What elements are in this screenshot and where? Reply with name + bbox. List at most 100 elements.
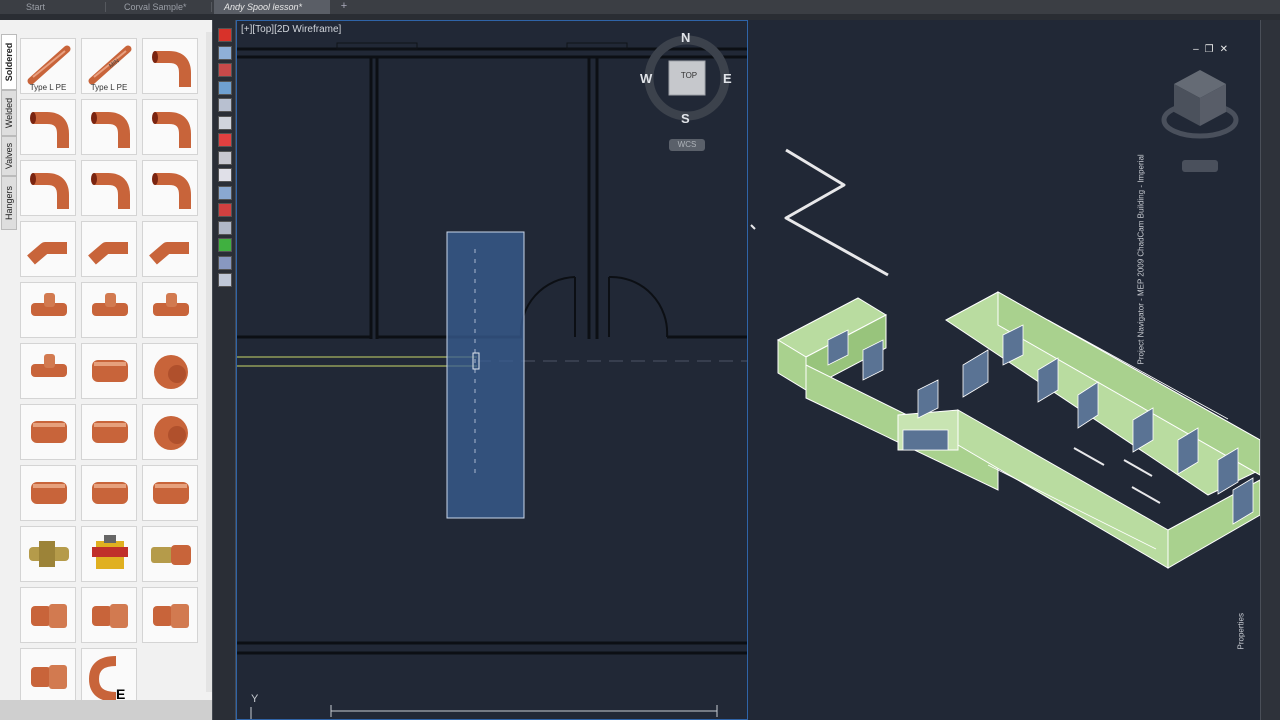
palette-tool-elbow-90-long[interactable]	[81, 99, 137, 155]
palette-tool-tee-reducing[interactable]	[81, 282, 137, 338]
palette-tool-tee[interactable]	[20, 282, 76, 338]
palette-tool-adapter[interactable]	[81, 587, 137, 643]
palette-tab-soldered-label: Soldered	[4, 42, 14, 82]
palette-tool-tee-branch[interactable]	[20, 343, 76, 399]
tool-list-icon[interactable]	[218, 255, 232, 270]
palette-tool-elbow-45[interactable]	[81, 221, 137, 277]
svg-text:E: E	[116, 686, 125, 701]
viewcube-south[interactable]: S	[681, 111, 690, 126]
project-navigator-tab[interactable]: Project Navigator - MEP 2009 ChadCam Bui…	[1137, 105, 1146, 364]
palette-tool-cap-round[interactable]	[142, 404, 198, 460]
right-side-panels: Project Navigator - MEP 2009 ChadCam Bui…	[1137, 20, 1280, 720]
elbow-90-icon	[152, 51, 191, 87]
tool-tag-icon[interactable]	[218, 115, 232, 130]
adapter-female-icon	[31, 604, 67, 628]
viewcube-west[interactable]: W	[640, 71, 652, 86]
palette-tool-union-brass[interactable]	[20, 526, 76, 582]
tab-andy-spool-lesson[interactable]: Andy Spool lesson*	[214, 0, 330, 14]
tab-corval-sample[interactable]: Corval Sample*	[114, 0, 212, 14]
ucs-y-axis-label: Y	[251, 693, 259, 705]
palette-tab-soldered[interactable]: Soldered	[1, 34, 17, 90]
palette-tool-reducer-2[interactable]	[20, 465, 76, 521]
tool-grid-icon[interactable]	[218, 220, 232, 235]
tool-connect-icon[interactable]	[218, 150, 232, 165]
tool-stop-icon[interactable]	[218, 133, 232, 147]
cap-round-icon	[154, 416, 188, 450]
viewcube-north[interactable]: N	[681, 30, 690, 45]
palette-tool-elbow-90-bend-3[interactable]	[142, 160, 198, 216]
tool-fitting-icon[interactable]	[218, 98, 232, 112]
viewcube-east[interactable]: E	[723, 71, 732, 86]
palette-tool-tee-street[interactable]	[142, 282, 198, 338]
palette-tool-elbow-90-short[interactable]	[20, 99, 76, 155]
tool-duct-icon[interactable]	[218, 63, 232, 77]
palette-tool-elbow-90-bend[interactable]	[20, 160, 76, 216]
palette-tool-cap[interactable]	[142, 343, 198, 399]
viewcube-3d[interactable]	[1161, 70, 1239, 172]
reducer-2-icon	[31, 482, 67, 504]
palette-tool-coupling-2[interactable]	[81, 465, 137, 521]
palette-status-strip	[0, 700, 212, 720]
properties-tab[interactable]: Properties	[1237, 590, 1246, 649]
viewcube-top-face[interactable]: TOP	[679, 71, 699, 80]
elbow-45-street-icon	[149, 242, 189, 265]
palette-tab-hangers-label: Hangers	[4, 185, 14, 221]
viewport-label[interactable]: [+][Top][2D Wireframe]	[241, 24, 341, 35]
tee-branch-icon	[31, 354, 67, 377]
palette-tool-adapter-male[interactable]	[142, 587, 198, 643]
adapter-threaded-icon	[31, 665, 67, 689]
tool-route-icon[interactable]	[218, 185, 232, 200]
palette-tool-pipe-type-l-min[interactable]: Type L PE MIN	[81, 38, 137, 94]
palette-tool-return-bend[interactable]: E	[81, 648, 137, 704]
palette-tool-reducer-3[interactable]	[142, 465, 198, 521]
return-bend-icon: E	[88, 656, 125, 701]
tab-start[interactable]: Start	[16, 0, 106, 14]
restore-icon[interactable]: ❐	[1205, 44, 1220, 55]
palette-tab-valves[interactable]: Valves	[1, 136, 17, 176]
palette-tool-elbow-90-street[interactable]	[142, 99, 198, 155]
palette-tool-adapter-threaded[interactable]	[20, 648, 76, 704]
document-tab-bar: Start Corval Sample* Andy Spool lesson* …	[0, 0, 1280, 14]
palette-tool-coupling-large[interactable]	[81, 404, 137, 460]
add-tab-button[interactable]: +	[336, 0, 352, 14]
tool-valve-icon[interactable]	[218, 203, 232, 217]
close-icon[interactable]: ✕	[1220, 44, 1234, 55]
palette-tool-elbow-90-bend-2[interactable]	[81, 160, 137, 216]
tool-circle-icon[interactable]	[218, 168, 232, 182]
coupling-icon	[92, 360, 128, 382]
elbow-90-street-icon	[152, 112, 191, 148]
union-icon	[151, 545, 191, 565]
palette-tool-valve-block[interactable]	[81, 526, 137, 582]
palette-tab-welded[interactable]: Welded	[1, 90, 17, 136]
tee-street-icon	[153, 293, 189, 316]
palette-tool-adapter-female[interactable]	[20, 587, 76, 643]
tool-table-icon[interactable]	[218, 273, 232, 287]
viewport-3d-isometric[interactable]: –❐✕	[748, 20, 1260, 720]
floor-plan-drawing	[237, 35, 747, 719]
vertical-toolbar	[212, 20, 236, 720]
palette-tool-elbow-45-long[interactable]	[20, 221, 76, 277]
palette-tool-union[interactable]	[142, 526, 198, 582]
palette-tool-pipe-type-l[interactable]: Type L PE	[20, 38, 76, 94]
palette-tool-elbow-45-street[interactable]	[142, 221, 198, 277]
viewport-window-controls[interactable]: –❐✕	[1193, 44, 1234, 55]
palette-tool-coupling[interactable]	[81, 343, 137, 399]
palette-tab-hangers[interactable]: Hangers	[1, 176, 17, 230]
palette-tool-reducer[interactable]	[20, 404, 76, 460]
palette-tab-welded-label: Welded	[4, 97, 14, 129]
tee-reducing-icon	[92, 293, 128, 316]
tool-add-icon[interactable]	[218, 28, 232, 42]
selection-window	[446, 231, 525, 519]
viewport-top-2d-wireframe[interactable]: [+][Top][2D Wireframe] TOP N S E W WCS Y	[236, 20, 748, 720]
minimize-icon[interactable]: –	[1193, 44, 1205, 55]
reducer-3-icon	[153, 482, 189, 504]
wcs-menu[interactable]: WCS	[671, 140, 703, 149]
tool-layer-icon[interactable]	[218, 238, 232, 252]
reducer-icon	[31, 421, 67, 443]
building-3d-model	[750, 70, 1260, 569]
tool-select-icon[interactable]	[218, 45, 232, 60]
tool-pipe-icon[interactable]	[218, 80, 232, 95]
tab-andy-spool-lesson-label: Andy Spool lesson*	[224, 2, 303, 12]
palette-tool-elbow-90[interactable]	[142, 38, 198, 94]
elbow-90-bend-icon	[30, 173, 69, 209]
